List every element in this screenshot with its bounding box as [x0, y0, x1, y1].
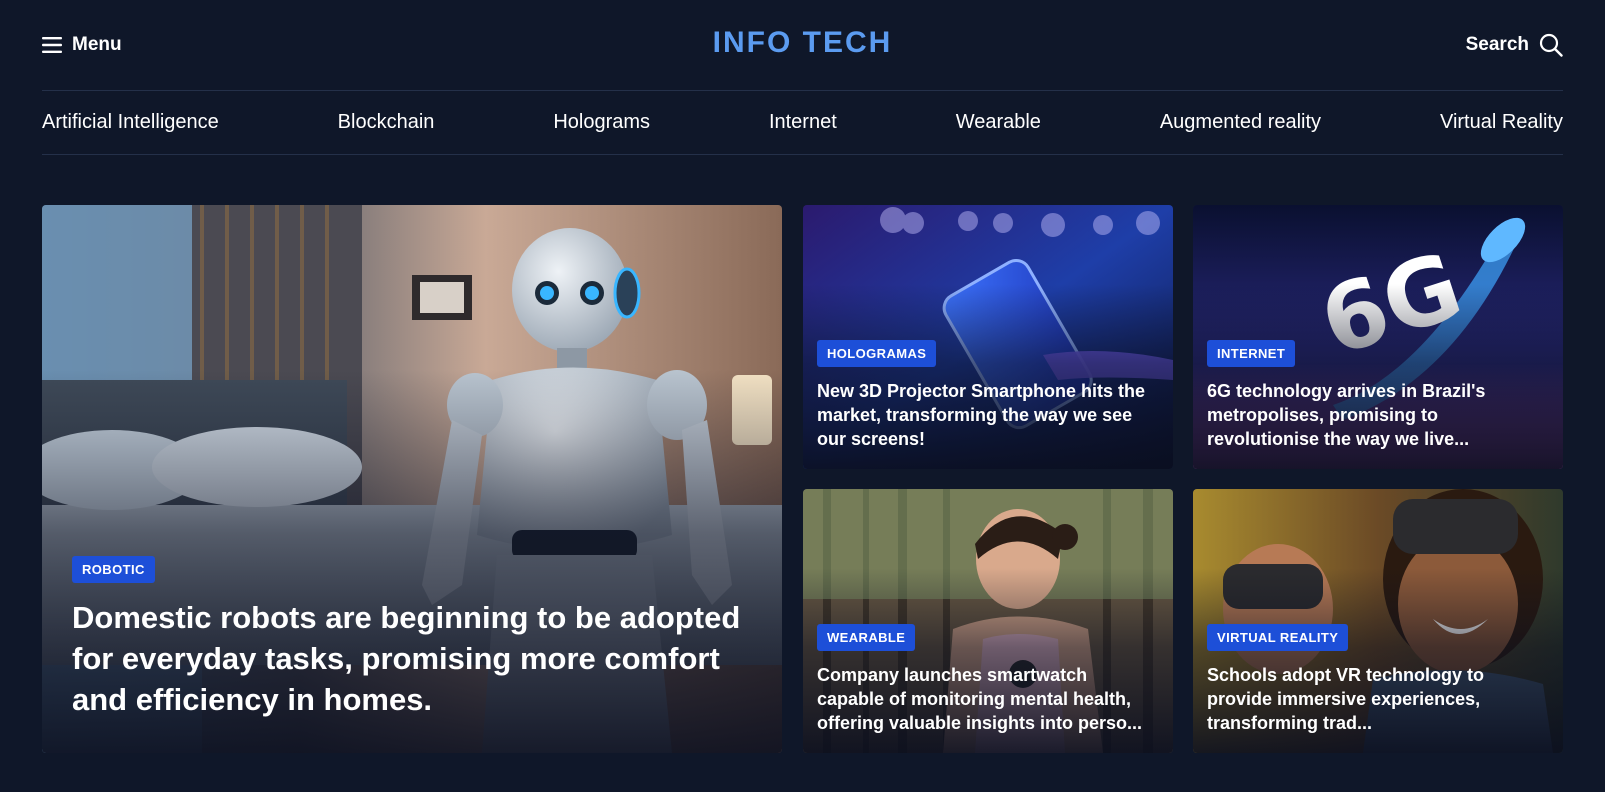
article-card-wearable[interactable]: WEARABLE Company launches smartwatch cap…	[803, 489, 1173, 753]
nav-item-blockchain[interactable]: Blockchain	[338, 111, 435, 134]
category-badge[interactable]: VIRTUAL REALITY	[1207, 624, 1349, 651]
article-headline[interactable]: Schools adopt VR technology to provide i…	[1207, 663, 1549, 735]
article-card-internet[interactable]: 6G INTERNET 6G technology arrives in Bra…	[1193, 205, 1563, 469]
search-button[interactable]: Search	[1466, 32, 1563, 58]
article-text: ROBOTIC Domestic robots are beginning to…	[72, 556, 752, 720]
category-badge[interactable]: INTERNET	[1207, 340, 1296, 367]
nav-item-augmented-reality[interactable]: Augmented reality	[1160, 111, 1321, 134]
category-badge[interactable]: WEARABLE	[817, 624, 916, 651]
category-badge[interactable]: HOLOGRAMAS	[817, 340, 937, 367]
article-headline[interactable]: Company launches smartwatch capable of m…	[817, 663, 1159, 735]
category-badge[interactable]: ROBOTIC	[72, 556, 155, 583]
article-text: WEARABLE Company launches smartwatch cap…	[817, 624, 1159, 735]
article-text: INTERNET 6G technology arrives in Brazil…	[1207, 340, 1549, 451]
article-headline[interactable]: New 3D Projector Smartphone hits the mar…	[817, 379, 1159, 451]
nav-item-virtual-reality[interactable]: Virtual Reality	[1440, 111, 1563, 134]
article-card-holograms[interactable]: HOLOGRAMAS New 3D Projector Smartphone h…	[803, 205, 1173, 469]
search-icon	[1539, 33, 1563, 57]
article-text: VIRTUAL REALITY Schools adopt VR technol…	[1207, 624, 1549, 735]
article-text: HOLOGRAMAS New 3D Projector Smartphone h…	[817, 340, 1159, 451]
nav-item-artificial-intelligence[interactable]: Artificial Intelligence	[42, 111, 219, 134]
site-header: Menu INFO TECH Search	[42, 0, 1563, 91]
nav-item-internet[interactable]: Internet	[769, 111, 837, 134]
search-label: Search	[1465, 34, 1529, 55]
site-logo[interactable]: INFO TECH	[42, 26, 1563, 60]
featured-article-card[interactable]: ROBOTIC Domestic robots are beginning to…	[42, 205, 782, 753]
category-nav: Artificial Intelligence Blockchain Holog…	[42, 91, 1563, 155]
article-headline[interactable]: Domestic robots are beginning to be adop…	[72, 597, 752, 720]
article-card-virtual-reality[interactable]: VIRTUAL REALITY Schools adopt VR technol…	[1193, 489, 1563, 753]
nav-item-wearable[interactable]: Wearable	[956, 111, 1041, 134]
article-headline[interactable]: 6G technology arrives in Brazil's metrop…	[1207, 379, 1549, 451]
nav-item-holograms[interactable]: Holograms	[553, 111, 650, 134]
